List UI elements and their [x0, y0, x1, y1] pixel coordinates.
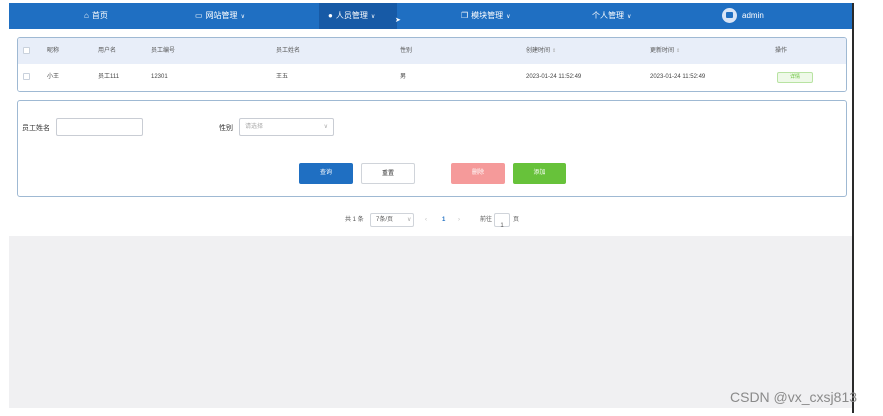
column-header-created-at-label: 创建时间	[526, 48, 551, 54]
nav-site-management-label: 网站管理	[205, 11, 238, 20]
goto-page-value: 1	[500, 223, 504, 229]
goto-page-input[interactable]: 1	[494, 213, 510, 229]
sort-icon[interactable]: ⇕	[552, 48, 556, 54]
chevron-down-icon: ∨	[370, 14, 376, 20]
column-header-nickname: 昵称	[47, 48, 60, 54]
pagination-total: 共 1 条	[345, 217, 364, 223]
page-suffix-label: 页	[513, 217, 520, 223]
add-button[interactable]: 添加	[513, 163, 566, 184]
query-button[interactable]: 查询	[299, 163, 353, 184]
page-size-select[interactable]: 7条/页 ∨	[370, 213, 414, 227]
page-size-value: 7条/页	[376, 217, 394, 223]
column-header-employee-name: 员工姓名	[276, 48, 301, 54]
column-header-gender: 性别	[400, 48, 413, 54]
delete-button[interactable]: 删除	[451, 163, 505, 184]
reset-button[interactable]: 重置	[361, 163, 415, 184]
watermark: CSDN @vx_cxsj813	[730, 389, 858, 405]
cell-nickname: 小王	[47, 74, 60, 80]
page-number-current[interactable]: 1	[442, 213, 445, 227]
row-checkbox[interactable]	[23, 73, 30, 80]
nav-module-management-label: 模块管理	[471, 11, 504, 20]
cell-username: 员工111	[98, 74, 120, 80]
search-form: 员工姓名 性别 请选择 ∨ 查询 重置 删除 添加	[17, 100, 847, 197]
nav-module-management[interactable]: ❐ 模块管理 ∨	[461, 3, 511, 29]
chevron-down-icon: ∨	[407, 217, 412, 223]
column-header-updated-at[interactable]: 更新时间 ⇕	[650, 38, 680, 64]
mouse-cursor-icon: ➤	[395, 17, 401, 24]
top-nav-bar: ⌂ 首页 ▭ 网站管理 ∨ ● 人员管理 ∨ ❐ 模块管理 ∨ 个人管理 ∨ admin	[9, 3, 854, 29]
chevron-down-icon: ∨	[323, 124, 328, 130]
chevron-down-icon: ∨	[627, 14, 632, 20]
column-header-actions: 操作	[775, 48, 788, 54]
employee-name-label: 员工姓名	[22, 125, 50, 132]
gender-label: 性别	[219, 125, 233, 132]
gender-select-placeholder: 请选择	[245, 124, 264, 130]
chevron-down-icon: ∨	[506, 14, 511, 20]
detail-button[interactable]: 详情	[777, 72, 813, 83]
home-icon: ⌂	[84, 11, 89, 20]
nav-home-label: 首页	[91, 11, 108, 20]
nav-home[interactable]: ⌂ 首页	[84, 3, 108, 29]
cell-created-at: 2023-01-24 11:52:49	[526, 74, 582, 80]
username-label[interactable]: admin	[742, 3, 764, 29]
column-header-username: 用户名	[98, 48, 117, 54]
nav-staff-management[interactable]: ● 人员管理 ∨	[319, 3, 397, 29]
select-all-checkbox[interactable]	[23, 47, 30, 54]
cell-updated-at: 2023-01-24 11:52:49	[650, 74, 706, 80]
avatar[interactable]	[722, 8, 737, 23]
monitor-icon: ▭	[195, 11, 203, 20]
nav-site-management[interactable]: ▭ 网站管理 ∨	[195, 3, 245, 29]
column-header-created-at[interactable]: 创建时间 ⇕	[526, 38, 556, 64]
user-icon: ●	[328, 11, 333, 20]
table-row: 小王 员工111 12301 王五 男 2023-01-24 11:52:49 …	[18, 64, 846, 91]
chevron-down-icon: ∨	[240, 14, 245, 20]
table-header: 昵称 用户名 员工编号 员工姓名 性别 创建时间 ⇕ 更新时间 ⇕ 操作	[18, 38, 846, 64]
content-background	[9, 236, 852, 408]
sort-icon[interactable]: ⇕	[676, 48, 680, 54]
column-header-employee-no: 员工编号	[151, 48, 176, 54]
cell-employee-no: 12301	[151, 74, 168, 80]
nav-personal-management-label: 个人管理	[592, 11, 624, 20]
window-edge	[852, 3, 854, 413]
goto-label: 前往	[480, 217, 493, 223]
gender-select[interactable]: 请选择 ∨	[239, 118, 334, 136]
staff-table: 昵称 用户名 员工编号 员工姓名 性别 创建时间 ⇕ 更新时间 ⇕ 操作 小王 员工…	[17, 37, 847, 92]
column-header-updated-at-label: 更新时间	[650, 48, 675, 54]
nav-personal-management[interactable]: 个人管理 ∨	[592, 3, 631, 29]
prev-page-button[interactable]: ‹	[425, 213, 427, 227]
next-page-button[interactable]: ›	[458, 213, 460, 227]
cell-gender: 男	[400, 74, 407, 80]
employee-name-input[interactable]	[56, 118, 143, 136]
nav-staff-management-label: 人员管理	[335, 11, 368, 20]
copy-icon: ❐	[461, 11, 469, 20]
cell-employee-name: 王五	[276, 74, 289, 80]
